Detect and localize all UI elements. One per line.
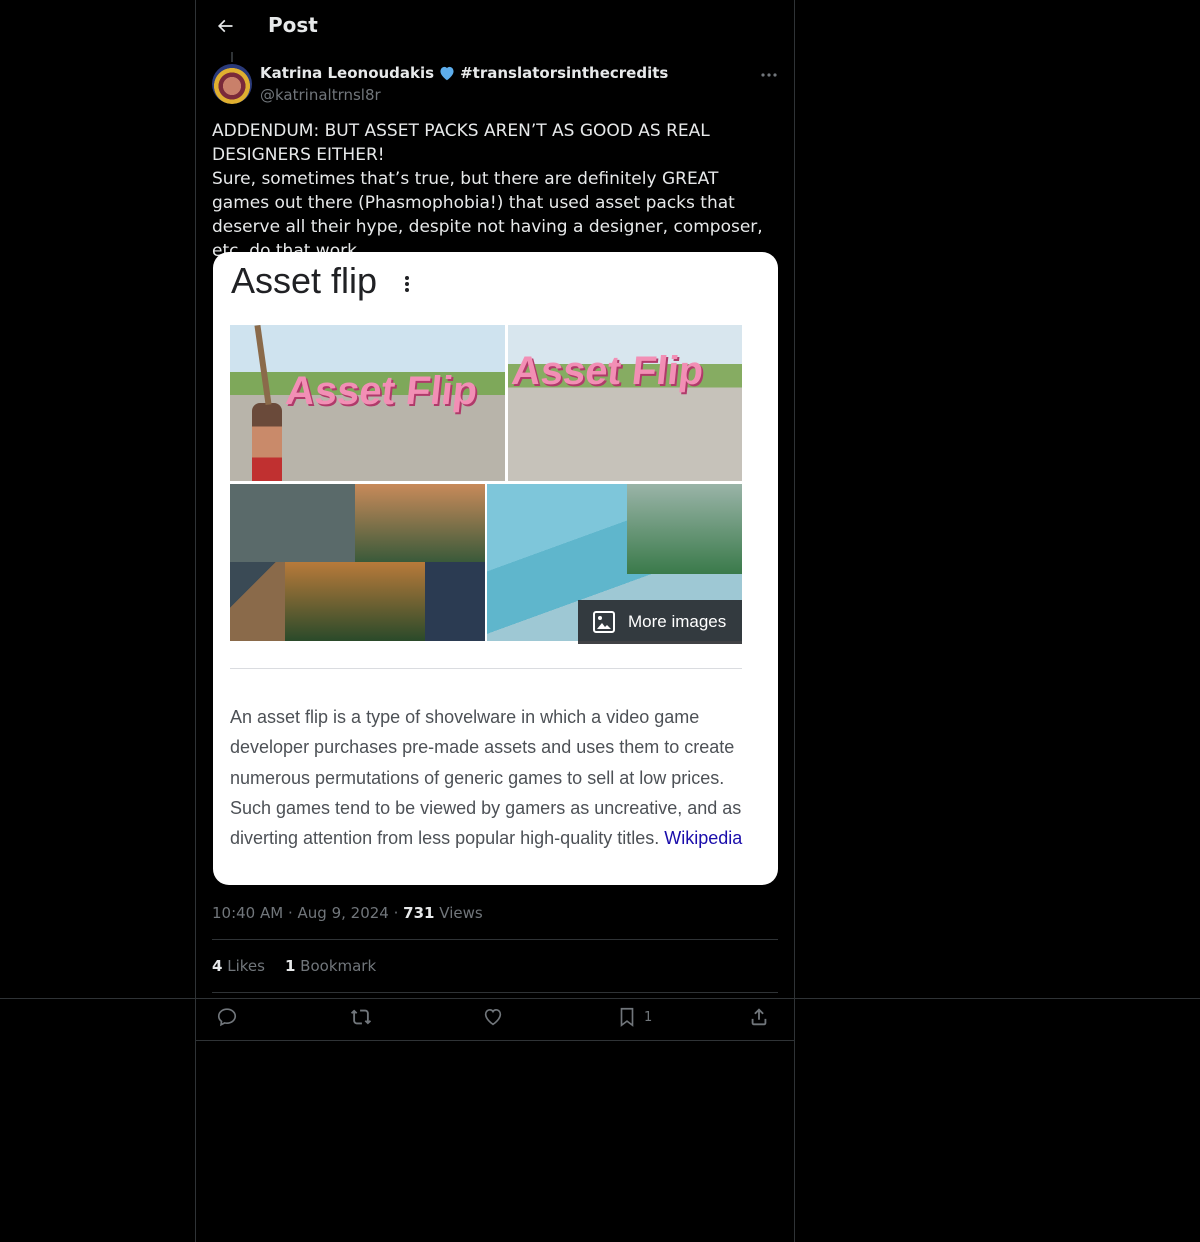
bookmarks-label: Bookmark <box>300 957 377 975</box>
bookmark-count: 1 <box>644 1009 653 1025</box>
divider <box>212 992 778 993</box>
page-title: Post <box>268 13 318 37</box>
description-text: An asset flip is a type of shovelware in… <box>230 707 742 849</box>
separator-dot: · <box>287 904 298 922</box>
image-title-text: Asset Flip <box>509 349 706 393</box>
image-thumbnail-3 <box>230 484 485 641</box>
wikipedia-link[interactable]: Wikipedia <box>664 828 742 848</box>
post-meta: 10:40 AM · Aug 9, 2024 · 731 Views <box>212 904 483 922</box>
divider <box>212 939 778 940</box>
likes-count: 4 <box>212 957 223 975</box>
reply-button[interactable] <box>216 1004 238 1030</box>
forest-panel <box>285 562 425 641</box>
island-panel <box>627 484 742 574</box>
likes-stat[interactable]: 4 Likes <box>212 957 265 975</box>
author-row: Katrina Leonoudakis #translatorsinthecre… <box>260 64 668 82</box>
attached-image[interactable]: Asset flip Asset Flip Asset Flip More im… <box>213 252 778 885</box>
separator-dot: · <box>393 904 404 922</box>
more-horizontal-icon <box>761 73 777 77</box>
like-button[interactable] <box>482 1004 504 1030</box>
bookmark-icon <box>620 1007 634 1027</box>
card-description: An asset flip is a type of shovelware in… <box>230 702 750 853</box>
blue-heart-icon <box>440 66 454 81</box>
action-bar-divider <box>195 1040 795 1041</box>
more-button[interactable] <box>758 64 780 86</box>
author-name[interactable]: Katrina Leonoudakis <box>260 64 434 82</box>
more-images-button[interactable]: More images <box>578 600 742 644</box>
vertical-dots-icon <box>405 276 409 292</box>
views-count: 731 <box>403 904 435 922</box>
heart-icon <box>484 1009 502 1026</box>
avatar[interactable] <box>212 64 252 104</box>
card-divider <box>230 668 742 669</box>
image-icon <box>593 611 615 633</box>
image-title-text: Asset Flip <box>283 369 480 413</box>
card-title: Asset flip <box>231 260 378 301</box>
share-button[interactable] <box>748 1004 770 1030</box>
arrow-left-icon <box>217 19 233 33</box>
forest-panel <box>355 484 485 562</box>
action-bar: 1 <box>212 1004 778 1030</box>
repost-button[interactable] <box>350 1004 372 1030</box>
image-thumbnail-2: Asset Flip <box>508 325 742 481</box>
share-icon <box>751 1008 767 1026</box>
back-button[interactable] <box>208 9 242 43</box>
views-label: Views <box>439 904 483 922</box>
thread-line <box>231 52 233 62</box>
post-date[interactable]: Aug 9, 2024 <box>298 904 389 922</box>
reply-icon <box>217 1008 237 1027</box>
post-time[interactable]: 10:40 AM <box>212 904 283 922</box>
bookmarks-stat[interactable]: 1 Bookmark <box>285 957 376 975</box>
main-column: Post Katrina Leonoudakis #translatorsint… <box>195 0 795 1242</box>
author-handle[interactable]: @katrinaltrnsl8r <box>260 86 381 104</box>
palm-trunk <box>254 325 272 406</box>
more-images-label: More images <box>628 612 727 631</box>
likes-label: Likes <box>227 957 265 975</box>
image-thumbnail-1: Asset Flip <box>230 325 505 481</box>
header: Post <box>196 0 794 53</box>
engagement-stats: 4 Likes 1 Bookmark <box>212 957 376 975</box>
repost-icon <box>350 1009 372 1025</box>
night-vision-panel <box>230 484 355 562</box>
character-figure <box>252 403 282 481</box>
author-hashtag[interactable]: #translatorsinthecredits <box>460 64 668 82</box>
bookmark-button[interactable]: 1 <box>616 1004 652 1030</box>
bookmarks-count: 1 <box>284 957 296 975</box>
post-text: ADDENDUM: BUT ASSET PACKS AREN’T AS GOOD… <box>212 121 763 261</box>
